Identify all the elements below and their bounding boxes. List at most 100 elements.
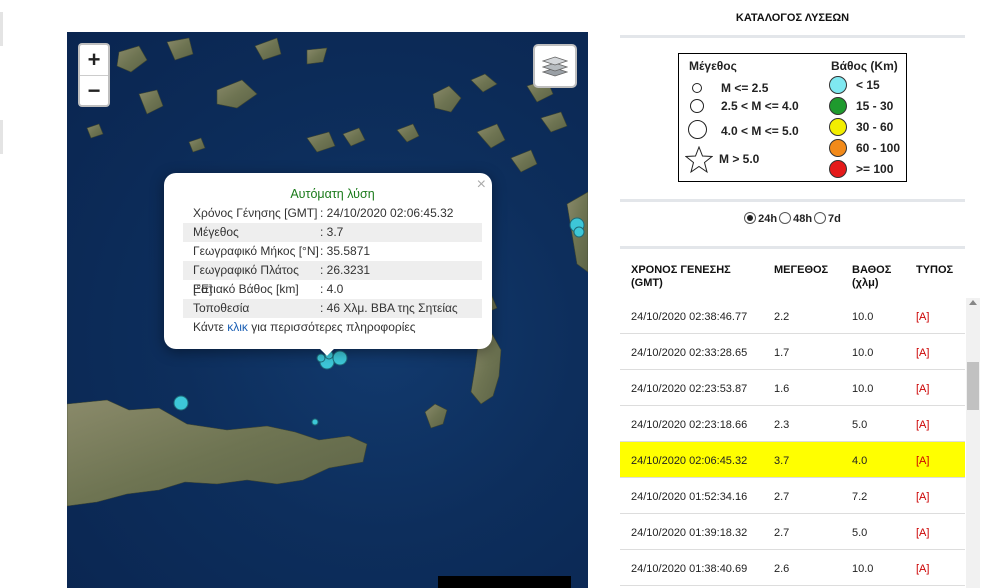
popup-row-label: Γεωγραφικό Πλάτος [°E] (193, 263, 299, 296)
legend-magnitude-item: M <= 2.5 (721, 81, 769, 95)
table-row[interactable]: 24/10/2020 02:06:45.32 3.7 4.0 [A] (620, 442, 965, 478)
table-row[interactable]: 24/10/2020 01:39:18.32 2.7 5.0 [A] (620, 514, 965, 550)
popup-row-label: Γεωγραφικό Μήκος [°N] (193, 244, 319, 258)
cell-time: 24/10/2020 02:06:45.32 (631, 455, 748, 467)
table-row[interactable]: 24/10/2020 01:52:34.16 2.7 7.2 [A] (620, 478, 965, 514)
popup-row-value: : 4.0 (320, 282, 344, 296)
scroll-up-icon[interactable] (969, 300, 977, 305)
table-scrollbar[interactable] (966, 298, 980, 588)
period-label: 24h (758, 213, 778, 225)
cell-depth: 10.0 (852, 563, 874, 575)
depth-color-dot (829, 160, 847, 178)
cell-type[interactable]: [A] (916, 419, 929, 431)
quake-table: 24/10/2020 02:38:46.77 2.2 10.0 [A] 24/10/20… (620, 298, 965, 586)
magnitude-large-icon (688, 120, 707, 139)
edge-mark (0, 12, 3, 46)
cell-time: 24/10/2020 02:23:18.66 (631, 419, 748, 431)
depth-label: 15 - 30 (856, 99, 894, 113)
cell-depth: 5.0 (852, 419, 868, 431)
cell-type[interactable]: [A] (916, 383, 929, 395)
period-option-7d[interactable]: 7d (814, 212, 841, 225)
depth-color-dot (829, 118, 847, 136)
cell-magnitude: 2.3 (774, 419, 790, 431)
cell-depth: 10.0 (852, 311, 874, 323)
table-row[interactable]: 24/10/2020 02:23:53.87 1.6 10.0 [A] (620, 370, 965, 406)
cell-magnitude: 1.7 (774, 347, 790, 359)
cell-time: 24/10/2020 02:23:53.87 (631, 383, 748, 395)
header-type: ΤΥΠΟΣ (916, 264, 954, 276)
depth-color-dot (829, 97, 847, 115)
edge-mark (0, 120, 3, 154)
popup-row: Γεωγραφικό Μήκος [°N]: 35.5871 (183, 242, 482, 261)
legend-magnitude-item: 2.5 < M <= 4.0 (721, 99, 799, 113)
popup-close-button[interactable]: × (477, 176, 486, 194)
table-row[interactable]: 24/10/2020 02:33:28.65 1.7 10.0 [A] (620, 334, 965, 370)
radio-button[interactable] (814, 212, 827, 224)
cell-magnitude: 2.7 (774, 527, 790, 539)
divider (620, 35, 965, 38)
cell-type[interactable]: [A] (916, 563, 929, 575)
popup-row-value: : 46 Χλμ. ΒΒΑ της Σητείας (320, 301, 458, 315)
popup-row: Τοποθεσία : 46 Χλμ. ΒΒΑ της Σητείας (183, 299, 482, 318)
divider (620, 246, 965, 249)
popup-footer: Κάντε κλικ για περισσότερες πληροφορίες (183, 318, 482, 337)
zoom-control: + − (78, 43, 110, 107)
cell-type[interactable]: [A] (916, 455, 929, 467)
popup-row-label: Τοποθεσία (193, 301, 250, 315)
cell-depth: 5.0 (852, 527, 868, 539)
popup-row-label: Μέγεθος (193, 225, 239, 239)
catalog-title: ΚΑΤΑΛΟΓΟΣ ΛΥΣΕΩΝ (735, 12, 850, 24)
depth-color-dot (829, 139, 847, 157)
header-magnitude: ΜΕΓΕΘΟΣ (774, 264, 829, 276)
cell-depth: 10.0 (852, 347, 874, 359)
table-header: ΧΡΟΝΟΣ ΓΕΝΕΣΗΣ (GMT) ΜΕΓΕΘΟΣ ΒΑΘΟΣ (χλμ)… (620, 258, 965, 298)
magnitude-medium-icon (690, 99, 704, 113)
layers-button[interactable] (533, 44, 577, 88)
popup-rows: Χρόνος Γένησης [GMT]: 24/10/2020 02:06:4… (183, 204, 482, 318)
popup-row: Χρόνος Γένησης [GMT]: 24/10/2020 02:06:4… (183, 204, 482, 223)
popup-row: Εστιακό Βάθος [km]: 4.0 (183, 280, 482, 299)
cell-time: 24/10/2020 01:38:40.69 (631, 563, 748, 575)
table-row[interactable]: 24/10/2020 02:23:18.66 2.3 5.0 [A] (620, 406, 965, 442)
legend-magnitude-heading: Μέγεθος (689, 59, 737, 73)
cell-depth: 10.0 (852, 383, 874, 395)
zoom-in-button[interactable]: + (80, 45, 108, 75)
more-info-link[interactable]: κλικ (227, 320, 248, 334)
cell-time: 24/10/2020 01:52:34.16 (631, 491, 748, 503)
cell-magnitude: 1.6 (774, 383, 790, 395)
period-selector: 24h 48h 7d (620, 212, 965, 225)
popup-row: Γεωγραφικό Πλάτος [°E]: 26.3231 (183, 261, 482, 296)
legend-magnitude-item: M > 5.0 (719, 152, 760, 166)
period-label: 48h (793, 213, 813, 225)
cell-type[interactable]: [A] (916, 347, 929, 359)
table-row[interactable]: 24/10/2020 01:38:40.69 2.6 10.0 [A] (620, 550, 965, 586)
cell-magnitude: 2.6 (774, 563, 790, 575)
radio-button[interactable] (744, 212, 757, 224)
divider (620, 199, 965, 202)
scrollbar-thumb[interactable] (967, 362, 979, 410)
period-option-24h[interactable]: 24h (744, 212, 778, 225)
period-label: 7d (828, 213, 841, 225)
popup-row-value: : 24/10/2020 02:06:45.32 (320, 206, 454, 220)
table-row[interactable]: 24/10/2020 02:38:46.77 2.2 10.0 [A] (620, 298, 965, 334)
legend-depth-heading: Βάθος (Km) (831, 59, 898, 73)
legend: Μέγεθος M <= 2.5 2.5 < M <= 4.0 4.0 < M … (678, 53, 907, 182)
depth-label: 30 - 60 (856, 120, 894, 134)
zoom-out-button[interactable]: − (80, 75, 108, 105)
cell-type[interactable]: [A] (916, 491, 929, 503)
header-time: ΧΡΟΝΟΣ ΓΕΝΕΣΗΣ (GMT) (631, 264, 731, 289)
depth-label: 60 - 100 (856, 141, 901, 155)
popup-row-label: Χρόνος Γένησης [GMT] (193, 206, 318, 220)
magnitude-small-icon (692, 83, 702, 93)
star-icon (685, 146, 713, 174)
attribution-bar (438, 576, 571, 588)
cell-magnitude: 3.7 (774, 455, 790, 467)
popup-tip (317, 347, 337, 359)
cell-time: 24/10/2020 02:33:28.65 (631, 347, 748, 359)
radio-button[interactable] (779, 212, 792, 224)
cell-type[interactable]: [A] (916, 311, 929, 323)
popup-footer-text: για περισσότερες πληροφορίες (247, 320, 416, 334)
legend-magnitude-item: 4.0 < M <= 5.0 (721, 124, 799, 138)
period-option-48h[interactable]: 48h (779, 212, 813, 225)
cell-type[interactable]: [A] (916, 527, 929, 539)
